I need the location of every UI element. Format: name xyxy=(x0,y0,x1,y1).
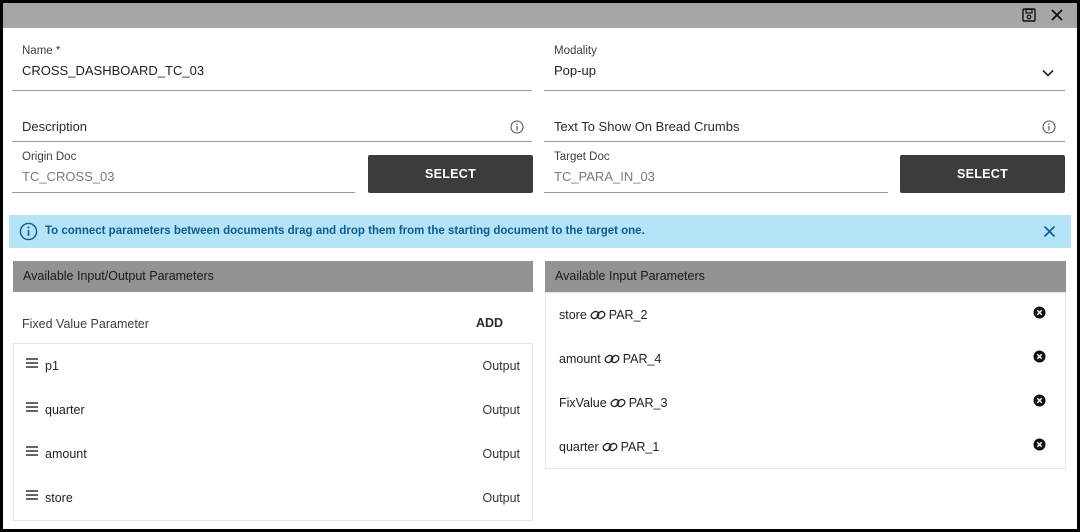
origin-doc-label: Origin Doc xyxy=(22,151,77,163)
link-row: amount PAR_4 xyxy=(546,338,1066,382)
input-params-header: Available Input Parameters xyxy=(545,261,1066,292)
link-icon xyxy=(604,354,620,364)
close-icon[interactable] xyxy=(1049,7,1065,23)
link-source: store xyxy=(559,308,587,322)
link-icon xyxy=(610,398,626,408)
add-button[interactable]: ADD xyxy=(476,316,503,330)
modality-label: Modality xyxy=(554,45,597,57)
param-name: amount xyxy=(45,447,87,461)
description-placeholder: Description xyxy=(22,119,88,134)
link-source: FixValue xyxy=(559,396,607,410)
link-target: PAR_4 xyxy=(622,352,662,366)
link-target: PAR_1 xyxy=(620,440,660,454)
link-source: quarter xyxy=(559,440,599,454)
remove-icon[interactable] xyxy=(1033,306,1046,319)
target-doc-label: Target Doc xyxy=(554,151,610,163)
modality-value[interactable]: Pop-up xyxy=(554,63,596,78)
param-row[interactable]: amount Output xyxy=(13,433,533,477)
link-target: PAR_3 xyxy=(628,396,668,410)
info-icon[interactable] xyxy=(510,120,524,134)
description-field[interactable]: Description xyxy=(12,91,532,142)
fixed-value-parameter-field[interactable]: Fixed Value Parameter xyxy=(22,317,149,331)
link-row: FixValue PAR_3 xyxy=(546,382,1066,426)
chevron-down-icon[interactable] xyxy=(1041,66,1055,80)
target-doc-field: Target Doc TC_PARA_IN_03 xyxy=(544,142,888,193)
link-row: store PAR_2 xyxy=(546,294,1066,338)
drag-handle-icon[interactable] xyxy=(25,401,39,413)
param-direction: Output xyxy=(482,403,520,417)
origin-doc-value: TC_CROSS_03 xyxy=(22,169,115,184)
name-label: Name * xyxy=(22,45,61,57)
input-output-params-header: Available Input/Output Parameters xyxy=(13,261,533,292)
origin-doc-select-button[interactable]: SELECT xyxy=(368,155,533,193)
drag-handle-icon[interactable] xyxy=(25,357,39,369)
target-doc-select-button[interactable]: SELECT xyxy=(900,155,1065,193)
param-row[interactable]: p1 Output xyxy=(13,345,533,389)
info-icon xyxy=(19,222,38,241)
remove-icon[interactable] xyxy=(1033,350,1046,363)
param-name: quarter xyxy=(45,403,85,417)
info-icon[interactable] xyxy=(1042,120,1056,134)
param-direction: Output xyxy=(482,359,520,373)
link-row: quarter PAR_1 xyxy=(546,426,1066,470)
title-bar xyxy=(3,3,1077,28)
param-direction: Output xyxy=(482,491,520,505)
param-name: p1 xyxy=(45,359,59,373)
drag-handle-icon[interactable] xyxy=(25,489,39,501)
link-target: PAR_2 xyxy=(608,308,648,322)
link-icon xyxy=(602,442,618,452)
save-icon[interactable] xyxy=(1021,7,1037,23)
target-doc-value: TC_PARA_IN_03 xyxy=(554,169,655,184)
drag-handle-icon[interactable] xyxy=(25,445,39,457)
param-row[interactable]: quarter Output xyxy=(13,389,533,433)
remove-icon[interactable] xyxy=(1033,394,1046,407)
modality-select[interactable]: Modality Pop-up xyxy=(544,28,1065,91)
dialog: Name * CROSS_DASHBOARD_TC_03 Modality Po… xyxy=(3,3,1077,529)
info-banner: To connect parameters between documents … xyxy=(9,215,1071,248)
banner-message: To connect parameters between documents … xyxy=(45,225,645,237)
origin-doc-field: Origin Doc TC_CROSS_03 xyxy=(12,142,355,193)
remove-icon[interactable] xyxy=(1033,438,1046,451)
param-name: store xyxy=(45,491,73,505)
link-source: amount xyxy=(559,352,601,366)
close-icon[interactable] xyxy=(1043,225,1056,238)
name-value[interactable]: CROSS_DASHBOARD_TC_03 xyxy=(22,63,204,78)
breadcrumbs-field[interactable]: Text To Show On Bread Crumbs xyxy=(544,91,1065,142)
param-direction: Output xyxy=(482,447,520,461)
name-field[interactable]: Name * CROSS_DASHBOARD_TC_03 xyxy=(12,28,532,91)
param-row[interactable]: store Output xyxy=(13,477,533,521)
breadcrumbs-placeholder: Text To Show On Bread Crumbs xyxy=(554,119,740,134)
link-icon xyxy=(590,310,606,320)
